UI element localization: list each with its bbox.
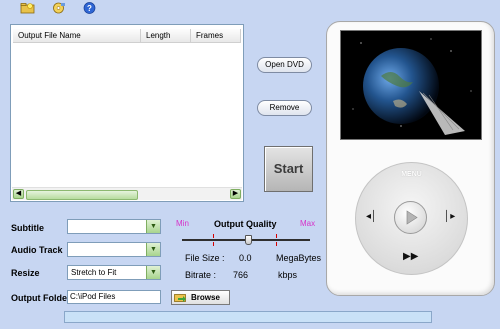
subtitle-label: Subtitle: [11, 223, 44, 233]
chevron-down-icon[interactable]: ▼: [146, 220, 160, 233]
menu-label: MENU: [401, 171, 422, 178]
help-button[interactable]: ?: [81, 1, 98, 14]
quality-max-label: Max: [300, 219, 316, 228]
audio-track-label: Audio Track: [11, 245, 63, 255]
resize-label: Resize: [11, 268, 40, 278]
folder-star-icon: [20, 2, 35, 13]
horizontal-scrollbar[interactable]: ◀ ▶: [12, 187, 242, 200]
progress-bar: [64, 311, 432, 323]
slider-tick: [276, 234, 277, 238]
play-button[interactable]: [394, 201, 427, 234]
output-folder-label: Output Folder: [11, 293, 71, 303]
column-header-frames[interactable]: Frames: [191, 29, 241, 43]
resize-select[interactable]: Stretch to Fit ▼: [67, 265, 161, 280]
chevron-down-icon[interactable]: ▼: [146, 266, 160, 279]
browse-button[interactable]: Browse: [171, 290, 230, 305]
scroll-thumb[interactable]: [26, 190, 138, 200]
open-file-button[interactable]: [19, 1, 36, 14]
video-preview-screen: [340, 30, 482, 140]
earth-preview-image: [341, 31, 481, 139]
bitrate-unit: kbps: [278, 270, 298, 280]
column-header-output-file-name[interactable]: Output File Name: [13, 29, 141, 43]
slider-thumb[interactable]: [245, 235, 252, 245]
bitrate-value: 766: [233, 270, 249, 280]
fast-forward-icon: ▶▶: [403, 251, 419, 262]
file-size-label: File Size :: [185, 253, 225, 263]
audio-track-select[interactable]: ▼: [67, 242, 161, 257]
disc-button[interactable]: [50, 1, 67, 14]
next-icon: │▸: [444, 211, 456, 222]
file-size-unit: MegaBytes: [276, 253, 322, 263]
output-quality-title: Output Quality: [214, 219, 277, 229]
slider-tick: [213, 242, 214, 246]
folder-icon: [174, 294, 186, 302]
quality-slider[interactable]: [182, 234, 310, 246]
scroll-right-button[interactable]: ▶: [230, 189, 241, 199]
quality-min-label: Min: [176, 219, 189, 228]
file-list-panel[interactable]: Output File Name Length Frames ◀ ▶: [10, 24, 244, 202]
remove-button[interactable]: Remove: [257, 100, 312, 116]
click-wheel: MENU ◂│ │▸ ▶▶: [355, 162, 468, 275]
bitrate-label: Bitrate :: [185, 270, 217, 280]
previous-icon: ◂│: [366, 211, 378, 222]
slider-tick: [213, 234, 214, 238]
browse-label: Browse: [191, 293, 220, 302]
help-icon: ?: [83, 1, 96, 14]
resize-value: Stretch to Fit: [71, 268, 117, 277]
slider-tick: [276, 242, 277, 246]
ipod-preview: MENU ◂│ │▸ ▶▶: [326, 21, 495, 296]
output-folder-field[interactable]: C:\iPod Files: [67, 290, 161, 304]
svg-text:?: ?: [87, 4, 92, 13]
open-dvd-button[interactable]: Open DVD: [257, 57, 312, 73]
disc-icon: [53, 2, 65, 13]
subtitle-select[interactable]: ▼: [67, 219, 161, 234]
column-header-length[interactable]: Length: [141, 29, 191, 43]
chevron-down-icon[interactable]: ▼: [146, 243, 160, 256]
start-button[interactable]: Start: [264, 146, 313, 192]
play-icon: [406, 210, 418, 225]
scroll-left-button[interactable]: ◀: [13, 189, 24, 199]
file-size-value: 0.0: [239, 253, 252, 263]
